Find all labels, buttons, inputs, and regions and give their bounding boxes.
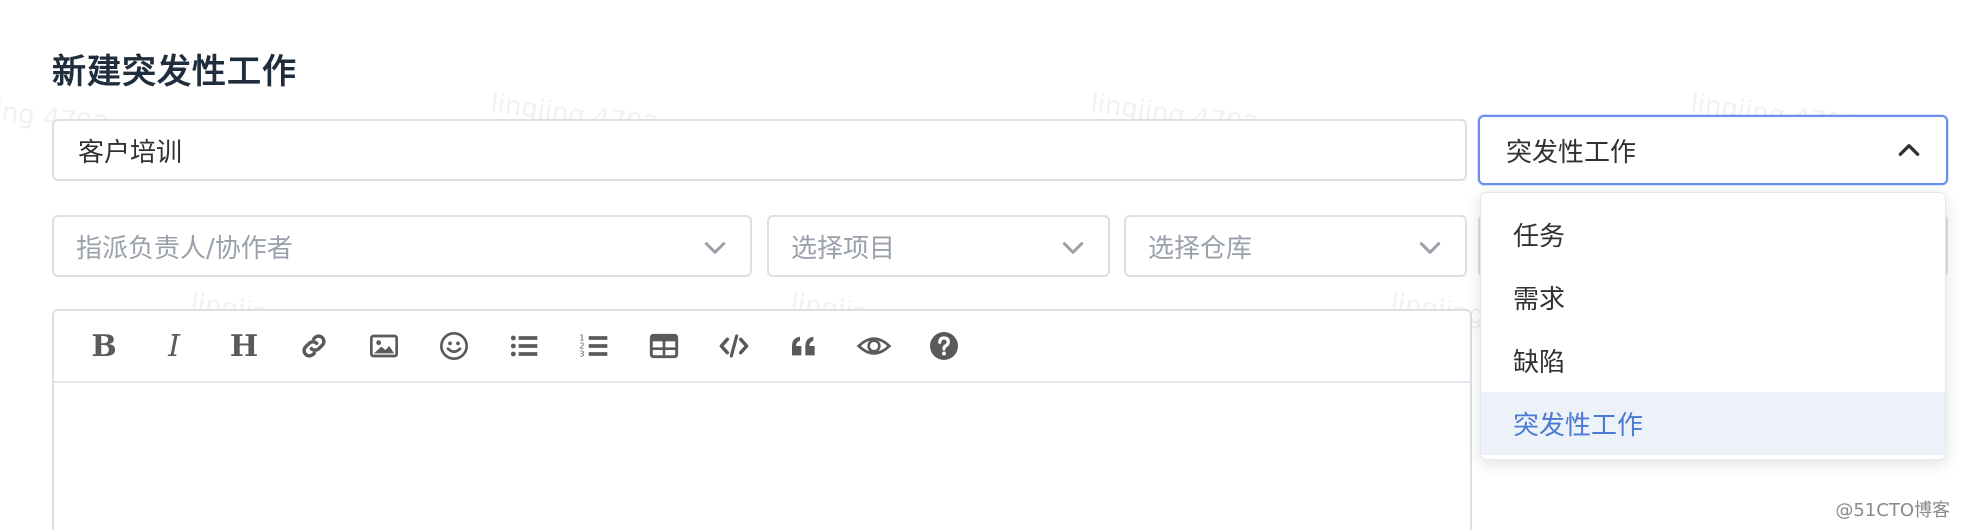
repository-placeholder: 选择仓库 <box>1148 233 1253 264</box>
page-title: 新建突发性工作 <box>52 52 297 92</box>
assignee-select[interactable]: 指派负责人/协作者 <box>52 215 752 277</box>
table-icon[interactable] <box>646 328 682 364</box>
work-type-selected-value: 突发性工作 <box>1506 137 1637 168</box>
link-icon[interactable] <box>296 328 332 364</box>
task-name-value: 客户培训 <box>78 137 183 168</box>
editor-toolbar: B I H 123 <box>54 311 1470 383</box>
quote-icon[interactable] <box>786 328 822 364</box>
numbered-list-icon[interactable]: 123 <box>576 328 612 364</box>
work-type-select[interactable]: 突发性工作 <box>1478 115 1948 185</box>
work-type-option-emergency-work[interactable]: 突发性工作 <box>1481 392 1945 455</box>
project-select[interactable]: 选择项目 <box>767 215 1110 277</box>
markdown-editor[interactable]: B I H 123 <box>52 309 1472 530</box>
italic-button[interactable]: I <box>156 328 192 364</box>
page: lingjing 4792 lingjing 4792 lingjing 479… <box>0 0 1966 530</box>
repository-select[interactable]: 选择仓库 <box>1124 215 1467 277</box>
image-icon[interactable] <box>366 328 402 364</box>
work-type-option-task[interactable]: 任务 <box>1481 203 1945 266</box>
preview-eye-icon[interactable] <box>856 328 892 364</box>
chevron-up-icon <box>1896 137 1922 170</box>
project-placeholder: 选择项目 <box>791 233 896 264</box>
svg-text:3: 3 <box>579 350 584 359</box>
chevron-down-icon <box>1417 235 1443 268</box>
work-type-option-defect[interactable]: 缺陷 <box>1481 329 1945 392</box>
editor-content-area[interactable] <box>54 383 1470 530</box>
emoji-icon[interactable] <box>436 328 472 364</box>
task-name-input[interactable]: 客户培训 <box>52 119 1467 181</box>
source-watermark: @51CTO博客 <box>1835 500 1950 521</box>
assignee-placeholder: 指派负责人/协作者 <box>76 233 293 264</box>
work-type-dropdown: 任务 需求 缺陷 突发性工作 <box>1480 192 1946 460</box>
help-icon[interactable] <box>926 328 962 364</box>
heading-button[interactable]: H <box>226 328 262 364</box>
chevron-down-icon <box>1060 235 1086 268</box>
chevron-down-icon <box>702 235 728 268</box>
bold-button[interactable]: B <box>86 328 122 364</box>
code-icon[interactable] <box>716 328 752 364</box>
work-type-option-requirement[interactable]: 需求 <box>1481 266 1945 329</box>
bullet-list-icon[interactable] <box>506 328 542 364</box>
